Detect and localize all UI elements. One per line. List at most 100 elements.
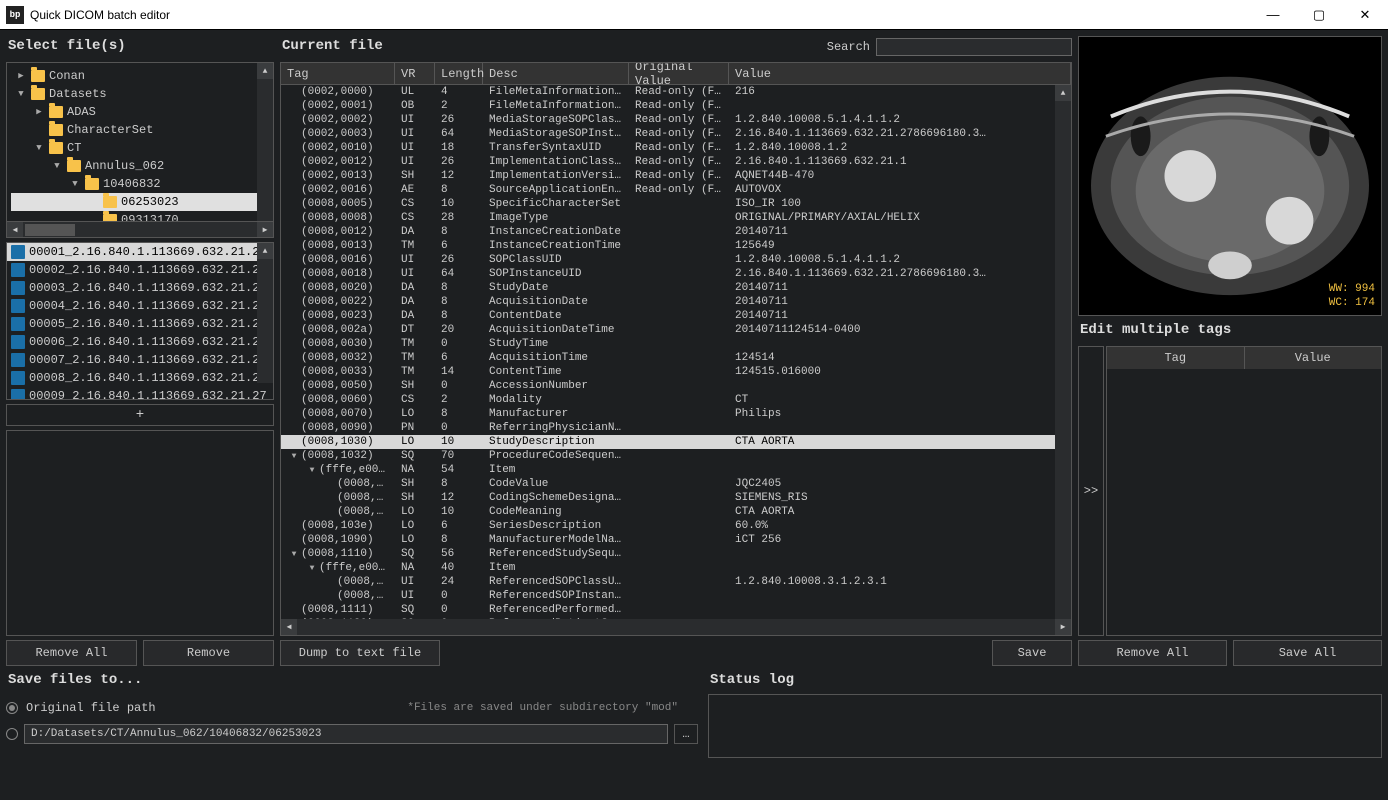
grid-row[interactable]: (0008,002a)DT20AcquisitionDateTime201407…: [281, 323, 1055, 337]
tree-item[interactable]: 06253023: [11, 193, 269, 211]
tree-item[interactable]: ▼Datasets: [11, 85, 269, 103]
file-item[interactable]: 00002_2.16.840.1.113669.632.21.27: [7, 261, 273, 279]
grid-row[interactable]: (0008,0070)LO8ManufacturerPhilips: [281, 407, 1055, 421]
grid-row[interactable]: ▼(0008,1110)SQ56ReferencedStudySequ…: [281, 547, 1055, 561]
file-item[interactable]: 00009_2.16.840.1.113669.632.21.27: [7, 387, 273, 400]
grid-row[interactable]: (0008,0016)UI26SOPClassUID1.2.840.10008.…: [281, 253, 1055, 267]
file-list[interactable]: 00001_2.16.840.1.113669.632.21.2700002_2…: [6, 242, 274, 400]
expand-icon[interactable]: ▶: [15, 71, 27, 81]
grid-row[interactable]: (0008,…UI24ReferencedSOPClassU…1.2.840.1…: [281, 575, 1055, 589]
dump-button[interactable]: Dump to text file: [280, 640, 440, 666]
close-button[interactable]: ✕: [1342, 0, 1388, 30]
grid-row[interactable]: (0008,0008)CS28ImageTypeORIGINAL/PRIMARY…: [281, 211, 1055, 225]
tree-vscroll[interactable]: ▲: [257, 63, 273, 221]
expand-icon[interactable]: ▼: [305, 564, 319, 573]
tree-hscroll[interactable]: ◀▶: [7, 221, 273, 237]
expand-icon[interactable]: ▼: [305, 466, 319, 475]
grid-row[interactable]: (0002,0000)UL4FileMetaInformation…Read-o…: [281, 85, 1055, 99]
tree-item[interactable]: ▶ADAS: [11, 103, 269, 121]
file-item[interactable]: 00001_2.16.840.1.113669.632.21.27: [7, 243, 273, 261]
folder-tree[interactable]: ▶Conan▼Datasets▶ADASCharacterSet▼CT▼Annu…: [6, 62, 274, 238]
dicom-preview[interactable]: WW: 994 WC: 174: [1078, 36, 1382, 316]
grid-row[interactable]: (0008,0060)CS2ModalityCT: [281, 393, 1055, 407]
grid-row[interactable]: (0008,1111)SQ0ReferencedPerformed…: [281, 603, 1055, 617]
browse-button[interactable]: …: [674, 724, 698, 744]
grid-row[interactable]: (0002,0016)AE8SourceApplicationEn…Read-o…: [281, 183, 1055, 197]
grid-row[interactable]: ▼(0008,1032)SQ70ProcedureCodeSequen…: [281, 449, 1055, 463]
minimize-button[interactable]: —: [1250, 0, 1296, 30]
grid-row[interactable]: ▼(fffe,e00…NA54Item: [281, 463, 1055, 477]
file-item[interactable]: 00005_2.16.840.1.113669.632.21.27: [7, 315, 273, 333]
tag-grid[interactable]: Tag VR Length Desc Original Value Value …: [280, 62, 1072, 636]
grid-hscroll[interactable]: ◀▶: [281, 619, 1071, 635]
grid-row[interactable]: (0008,0030)TM0StudyTime: [281, 337, 1055, 351]
file-item[interactable]: 00003_2.16.840.1.113669.632.21.27: [7, 279, 273, 297]
remove-all-button[interactable]: Remove All: [6, 640, 137, 666]
grid-row[interactable]: (0008,0012)DA8InstanceCreationDate201407…: [281, 225, 1055, 239]
save-button[interactable]: Save: [992, 640, 1072, 666]
col-tag[interactable]: Tag: [281, 63, 395, 84]
tree-item[interactable]: ▼Annulus_062: [11, 157, 269, 175]
save-all-button[interactable]: Save All: [1233, 640, 1382, 666]
grid-row[interactable]: (0008,0020)DA8StudyDate20140711: [281, 281, 1055, 295]
maximize-button[interactable]: ▢: [1296, 0, 1342, 30]
search-input[interactable]: [876, 38, 1072, 56]
expand-icon[interactable]: ▼: [51, 161, 63, 171]
path-input[interactable]: [24, 724, 668, 744]
grid-row[interactable]: (0002,0001)OB2FileMetaInformation…Read-o…: [281, 99, 1055, 113]
grid-row[interactable]: (0008,1090)LO8ManufacturerModelNa…iCT 25…: [281, 533, 1055, 547]
col-value[interactable]: Value: [729, 63, 1071, 84]
grid-row[interactable]: (0008,1030)LO10StudyDescriptionCTA AORTA: [281, 435, 1055, 449]
mt-remove-all-button[interactable]: Remove All: [1078, 640, 1227, 666]
grid-row[interactable]: (0008,…UI0ReferencedSOPInstan…: [281, 589, 1055, 603]
grid-row[interactable]: (0002,0012)UI26ImplementationClass…Read-…: [281, 155, 1055, 169]
grid-row[interactable]: (0008,0090)PN0ReferringPhysicianN…: [281, 421, 1055, 435]
expand-icon[interactable]: ▼: [69, 179, 81, 189]
grid-row[interactable]: (0008,…LO10CodeMeaningCTA AORTA: [281, 505, 1055, 519]
grid-row[interactable]: (0002,0002)UI26MediaStorageSOPClas…Read-…: [281, 113, 1055, 127]
mt-col-tag[interactable]: Tag: [1107, 347, 1245, 369]
col-length[interactable]: Length: [435, 63, 483, 84]
file-item[interactable]: 00006_2.16.840.1.113669.632.21.27: [7, 333, 273, 351]
mt-col-value[interactable]: Value: [1245, 347, 1382, 369]
file-item[interactable]: 00004_2.16.840.1.113669.632.21.27: [7, 297, 273, 315]
grid-row[interactable]: (0008,0050)SH0AccessionNumber: [281, 379, 1055, 393]
grid-row[interactable]: (0008,0032)TM6AcquisitionTime124514: [281, 351, 1055, 365]
expand-icon[interactable]: ▼: [15, 89, 27, 99]
grid-row[interactable]: (0008,103e)LO6SeriesDescription60.0%: [281, 519, 1055, 533]
multi-tag-grid[interactable]: Tag Value: [1106, 346, 1382, 636]
status-log[interactable]: [708, 694, 1382, 758]
grid-row[interactable]: (0008,…SH12CodingSchemeDesigna…SIEMENS_R…: [281, 491, 1055, 505]
expand-icon[interactable]: ▼: [33, 143, 45, 153]
grid-row[interactable]: (0008,0013)TM6InstanceCreationTime125649: [281, 239, 1055, 253]
expand-icon[interactable]: ▼: [287, 550, 301, 559]
file-item[interactable]: 00007_2.16.840.1.113669.632.21.27: [7, 351, 273, 369]
col-vr[interactable]: VR: [395, 63, 435, 84]
col-original[interactable]: Original Value: [629, 63, 729, 84]
tree-item[interactable]: CharacterSet: [11, 121, 269, 139]
grid-row[interactable]: (0008,…SH8CodeValueJQC2405: [281, 477, 1055, 491]
grid-vscroll[interactable]: ▲: [1055, 85, 1071, 619]
expand-icon[interactable]: ▶: [33, 107, 45, 117]
grid-row[interactable]: (0008,0033)TM14ContentTime124515.016000: [281, 365, 1055, 379]
radio-original-path[interactable]: [6, 702, 18, 714]
grid-row[interactable]: (0008,0022)DA8AcquisitionDate20140711: [281, 295, 1055, 309]
grid-row[interactable]: (0008,0005)CS10SpecificCharacterSetISO_I…: [281, 197, 1055, 211]
tree-item[interactable]: ▼CT: [11, 139, 269, 157]
expand-icon[interactable]: ▼: [287, 452, 301, 461]
add-button[interactable]: +: [6, 404, 274, 426]
tree-item[interactable]: ▼10406832: [11, 175, 269, 193]
remove-button[interactable]: Remove: [143, 640, 274, 666]
grid-row[interactable]: (0008,0023)DA8ContentDate20140711: [281, 309, 1055, 323]
tree-item[interactable]: ▶Conan: [11, 67, 269, 85]
radio-custom-path[interactable]: [6, 728, 18, 740]
grid-row[interactable]: (0002,0013)SH12ImplementationVersi…Read-…: [281, 169, 1055, 183]
grid-row[interactable]: (0002,0003)UI64MediaStorageSOPInst…Read-…: [281, 127, 1055, 141]
grid-row[interactable]: (0008,0018)UI64SOPInstanceUID2.16.840.1.…: [281, 267, 1055, 281]
grid-row[interactable]: (0002,0010)UI18TransferSyntaxUIDRead-onl…: [281, 141, 1055, 155]
file-list-vscroll[interactable]: ▲: [257, 243, 273, 383]
grid-row[interactable]: ▼(fffe,e00…NA40Item: [281, 561, 1055, 575]
col-desc[interactable]: Desc: [483, 63, 629, 84]
file-item[interactable]: 00008_2.16.840.1.113669.632.21.27: [7, 369, 273, 387]
add-tag-button[interactable]: >>: [1078, 346, 1104, 636]
